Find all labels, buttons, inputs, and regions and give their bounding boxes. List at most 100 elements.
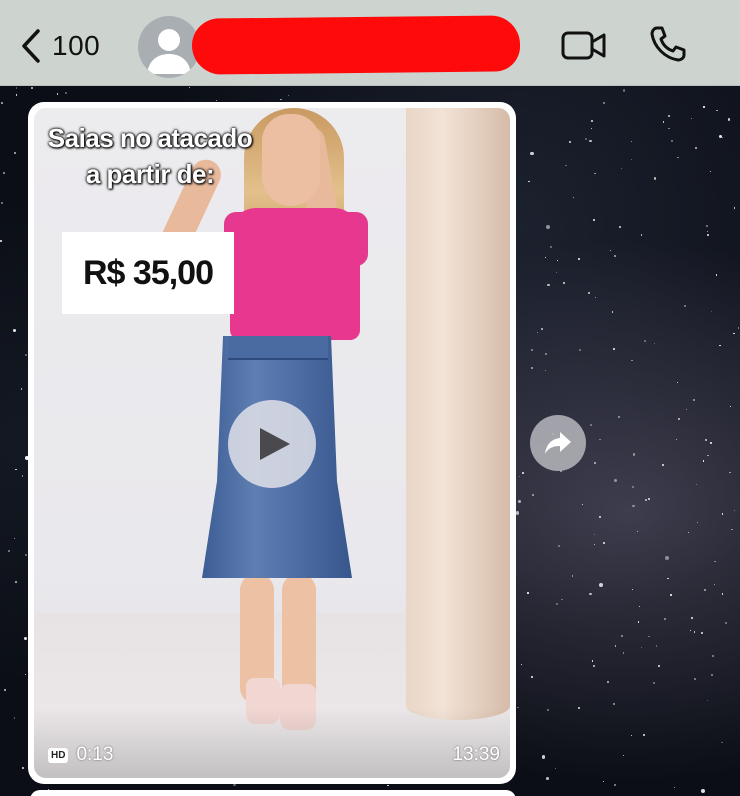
- play-button[interactable]: [228, 400, 316, 488]
- avatar[interactable]: [138, 16, 200, 78]
- play-icon: [260, 428, 290, 460]
- star: [591, 120, 594, 123]
- star: [621, 634, 624, 637]
- star: [690, 117, 693, 120]
- star: [531, 494, 534, 497]
- star: [648, 635, 650, 638]
- star: [12, 328, 16, 332]
- star: [632, 588, 634, 590]
- message-timestamp: 13:39: [452, 744, 500, 765]
- star: [693, 398, 696, 401]
- price-tag: R$ 35,00: [62, 232, 234, 314]
- star: [631, 158, 633, 160]
- star: [614, 645, 617, 647]
- star: [685, 408, 688, 411]
- star: [725, 621, 728, 624]
- star: [654, 342, 656, 344]
- star: [606, 680, 609, 683]
- star: [563, 281, 566, 284]
- star: [572, 575, 574, 577]
- star: [610, 249, 612, 251]
- star: [603, 101, 606, 104]
- star: [706, 224, 708, 227]
- star: [707, 454, 709, 457]
- star: [687, 531, 690, 533]
- star: [517, 499, 522, 504]
- star: [24, 673, 26, 675]
- video-thumbnail[interactable]: Saias no atacado a partir de: R$ 35,00 H…: [34, 108, 510, 778]
- video-info: HD 0:13: [48, 744, 113, 766]
- star: [715, 274, 718, 276]
- star: [554, 767, 556, 770]
- star: [602, 541, 605, 544]
- star: [701, 788, 706, 793]
- star: [727, 118, 730, 121]
- star: [622, 754, 625, 757]
- star: [577, 258, 580, 261]
- star: [1, 202, 4, 204]
- star: [515, 511, 520, 515]
- contact-name-redaction[interactable]: [191, 15, 521, 75]
- star: [614, 255, 616, 257]
- price-text: R$ 35,00: [83, 253, 214, 292]
- star: [15, 94, 18, 96]
- star: [694, 678, 697, 681]
- star: [670, 593, 673, 596]
- star: [24, 353, 27, 356]
- star: [653, 681, 656, 684]
- video-duration: 0:13: [76, 744, 114, 765]
- star: [665, 556, 669, 560]
- avatar-placeholder-icon: [147, 29, 191, 74]
- phone-call-icon: [650, 26, 686, 62]
- star: [599, 583, 604, 588]
- star: [695, 483, 698, 486]
- star: [677, 156, 679, 159]
- back-button[interactable]: 100: [20, 28, 100, 64]
- star: [594, 533, 596, 536]
- star: [528, 180, 530, 183]
- star: [0, 240, 3, 243]
- star: [24, 636, 28, 640]
- star: [689, 630, 691, 632]
- star: [719, 345, 721, 347]
- star: [710, 441, 713, 444]
- star: [188, 86, 191, 89]
- forward-icon: [545, 432, 571, 454]
- next-message-bubble[interactable]: [30, 790, 516, 796]
- star: [545, 369, 547, 371]
- star: [653, 177, 657, 180]
- star: [706, 234, 709, 236]
- forward-button[interactable]: [530, 415, 586, 471]
- star: [674, 786, 676, 788]
- star: [541, 327, 544, 331]
- star: [716, 110, 718, 112]
- star: [691, 617, 694, 620]
- star: [622, 652, 625, 654]
- star: [721, 137, 723, 139]
- star: [693, 631, 696, 633]
- star: [541, 755, 546, 759]
- video-message-bubble[interactable]: Saias no atacado a partir de: R$ 35,00 H…: [28, 102, 516, 784]
- star: [598, 515, 601, 518]
- star: [544, 352, 547, 355]
- star: [531, 367, 534, 370]
- star: [712, 655, 714, 657]
- star: [655, 645, 658, 647]
- star: [530, 348, 533, 351]
- skirt-belt: [228, 336, 328, 360]
- star: [637, 621, 639, 623]
- star: [721, 513, 724, 515]
- star: [666, 577, 669, 580]
- star: [731, 528, 733, 531]
- star: [711, 674, 713, 677]
- star: [565, 164, 567, 167]
- voice-call-button[interactable]: [648, 24, 688, 69]
- video-call-button[interactable]: [560, 28, 608, 69]
- star: [658, 664, 660, 667]
- star: [65, 91, 68, 94]
- star: [594, 543, 596, 545]
- star: [639, 606, 641, 608]
- star: [710, 170, 712, 172]
- star: [8, 550, 11, 553]
- star: [24, 553, 27, 556]
